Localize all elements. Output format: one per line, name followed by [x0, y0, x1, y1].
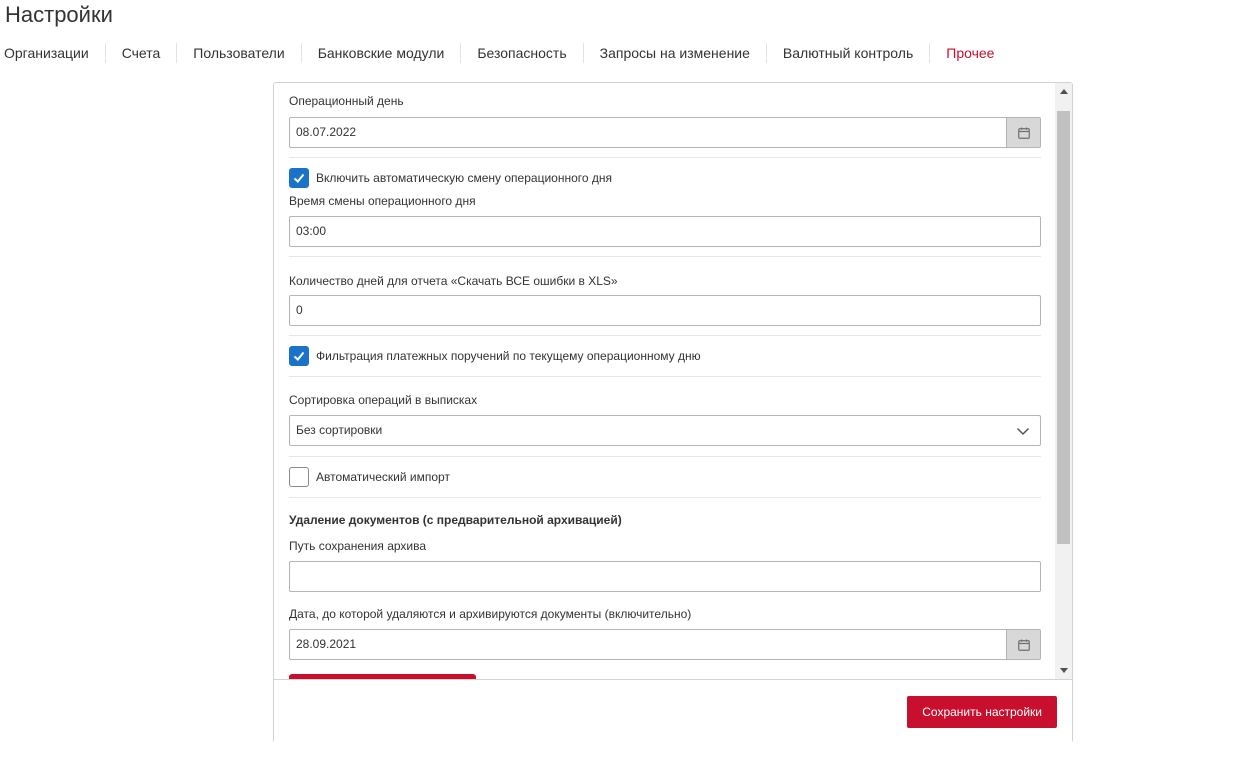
vertical-scrollbar[interactable]	[1055, 83, 1072, 679]
auto-change-label: Включить автоматическую смену операционн…	[316, 171, 612, 185]
date-until-calendar-button[interactable]	[1006, 629, 1041, 660]
deletion-section-heading: Удаление документов (с предварительной а…	[289, 513, 622, 527]
check-icon	[293, 173, 305, 183]
divider	[289, 335, 1041, 336]
filter-payments-checkbox[interactable]	[289, 346, 309, 366]
triangle-up-icon	[1059, 89, 1068, 94]
change-time-input[interactable]: 03:00	[289, 216, 1041, 247]
divider	[289, 256, 1041, 257]
calendar-icon	[1017, 639, 1030, 651]
sorting-select-value: Без сортировки	[296, 423, 383, 437]
tab-security[interactable]: Безопасность	[460, 43, 582, 63]
date-until-input[interactable]: 28.09.2021	[289, 629, 1007, 660]
divider	[289, 376, 1041, 377]
tab-bank-modules[interactable]: Банковские модули	[300, 43, 461, 63]
tab-other[interactable]: Прочее	[929, 43, 1010, 63]
tab-change-requests[interactable]: Запросы на изменение	[582, 43, 766, 63]
settings-panel: Операционный день 08.07.2022 Включить ав…	[273, 82, 1073, 743]
operational-day-calendar-button[interactable]	[1006, 117, 1041, 148]
settings-tabs: Организации Счета Пользователи Банковски…	[0, 43, 1010, 63]
divider	[289, 497, 1041, 498]
tab-users[interactable]: Пользователи	[176, 43, 300, 63]
sorting-select[interactable]: Без сортировки	[289, 415, 1041, 446]
calendar-icon	[1017, 127, 1030, 139]
divider	[289, 456, 1041, 457]
filter-payments-label: Фильтрация платежных поручений по текуще…	[316, 349, 701, 363]
chevron-down-icon	[1016, 427, 1030, 436]
tab-organizations[interactable]: Организации	[0, 43, 105, 63]
date-until-label: Дата, до которой удаляются и архивируютс…	[289, 607, 692, 621]
days-count-label: Количество дней для отчета «Скачать ВСЕ …	[289, 274, 618, 288]
auto-import-checkbox[interactable]	[289, 467, 309, 487]
operational-day-label: Операционный день	[289, 94, 404, 108]
settings-scroll-area[interactable]: Операционный день 08.07.2022 Включить ав…	[274, 83, 1055, 679]
panel-footer: Сохранить настройки	[274, 679, 1072, 743]
operational-day-input[interactable]: 08.07.2022	[289, 117, 1007, 148]
auto-change-checkbox[interactable]	[289, 168, 309, 188]
tab-currency-control[interactable]: Валютный контроль	[765, 43, 929, 63]
sorting-label: Сортировка операций в выписках	[289, 393, 478, 407]
triangle-down-icon	[1059, 668, 1068, 673]
archive-path-input[interactable]	[289, 561, 1041, 592]
auto-import-label: Автоматический импорт	[316, 470, 450, 484]
save-settings-button[interactable]: Сохранить настройки	[907, 696, 1057, 728]
tab-accounts[interactable]: Счета	[104, 43, 177, 63]
days-count-input[interactable]: 0	[289, 295, 1041, 326]
change-time-label: Время смены операционного дня	[289, 194, 476, 208]
scroll-up-arrow[interactable]	[1055, 83, 1072, 100]
scroll-down-arrow[interactable]	[1055, 662, 1072, 679]
archive-path-label: Путь сохранения архива	[289, 539, 427, 553]
divider	[289, 157, 1041, 158]
page-title: Настройки	[5, 2, 113, 27]
check-icon	[293, 351, 305, 361]
scrollbar-thumb[interactable]	[1057, 111, 1070, 544]
